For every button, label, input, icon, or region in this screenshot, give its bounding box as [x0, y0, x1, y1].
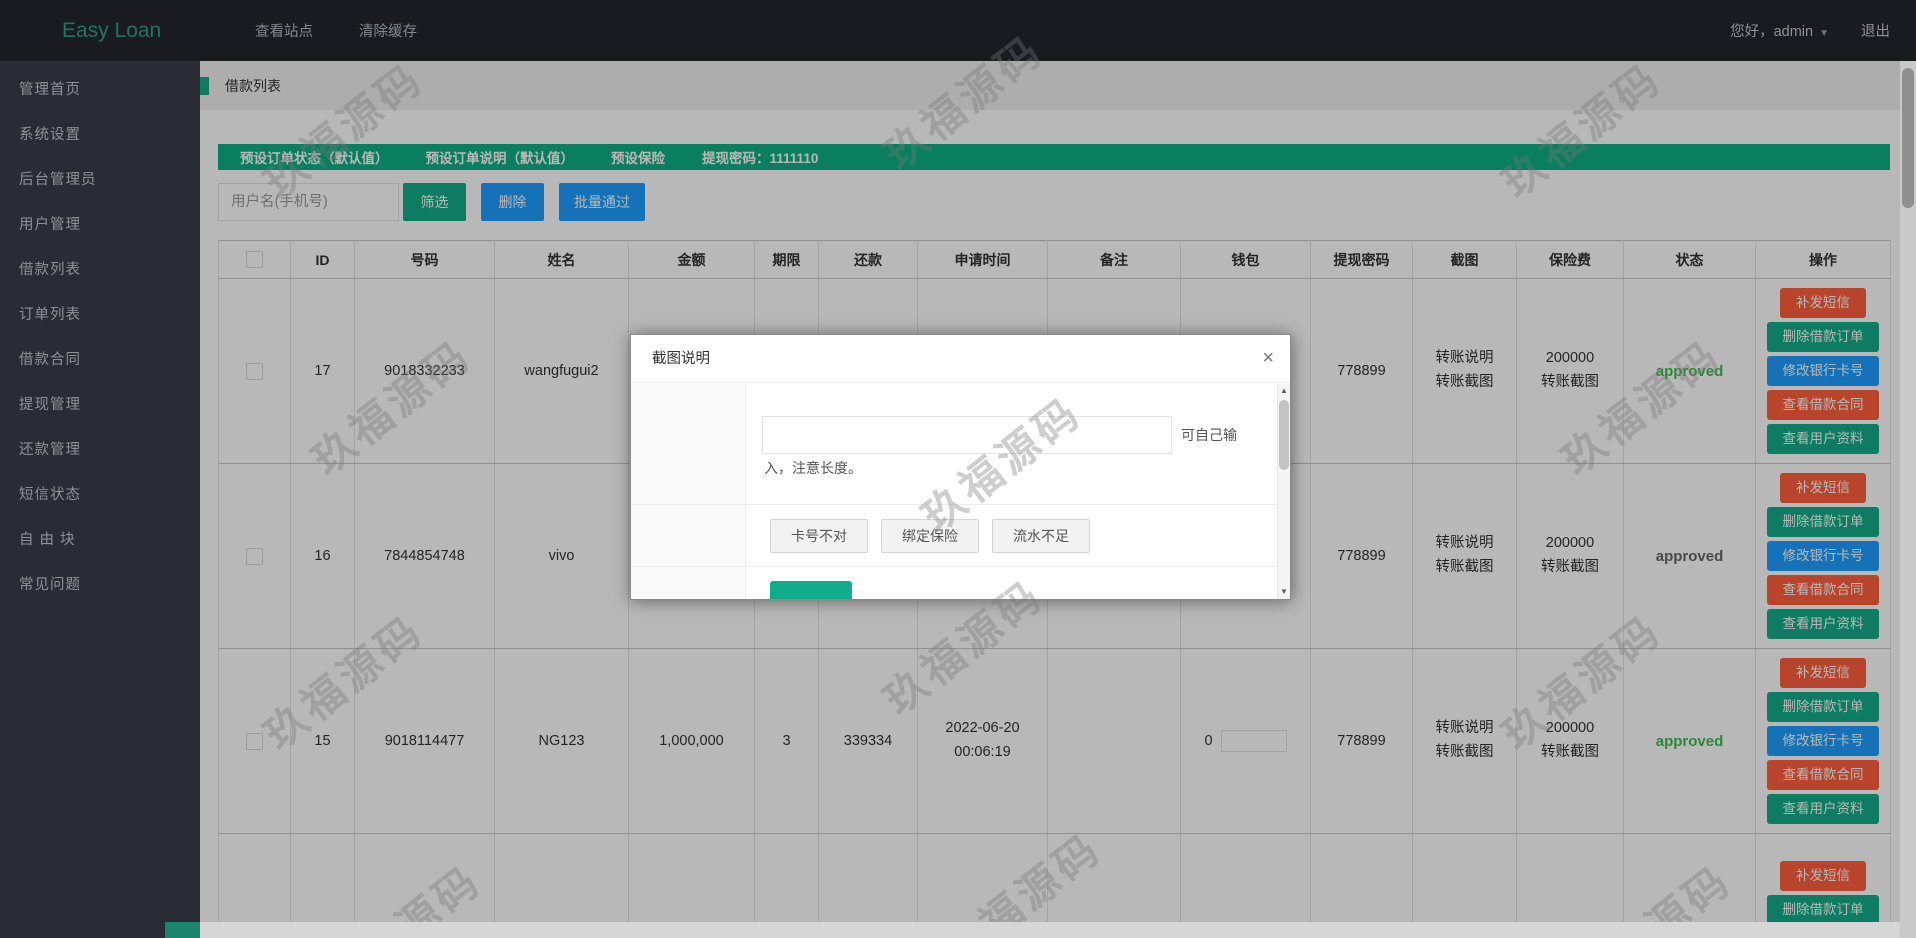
modal-scrollbar-thumb[interactable] — [1279, 400, 1289, 470]
scrollbar-corner — [1900, 922, 1916, 938]
close-icon[interactable]: × — [1262, 335, 1274, 383]
horizontal-scrollbar[interactable] — [200, 922, 1900, 938]
input-hint-text-wrapped: 入，注意长度。 — [764, 458, 862, 478]
insufficient-flow-button[interactable]: 流水不足 — [992, 519, 1090, 553]
modal-title: 截图说明 — [631, 335, 1290, 383]
vertical-scrollbar[interactable] — [1900, 61, 1916, 922]
modal-preset-buttons: 卡号不对绑定保险流水不足 — [770, 519, 1090, 553]
scroll-down-icon[interactable]: ▼ — [1278, 585, 1290, 599]
modal-body: 可自己输 入，注意长度。 卡号不对绑定保险流水不足 ▲ ▼ — [631, 384, 1290, 599]
input-hint-text: 可自己输 — [1181, 416, 1237, 454]
modal-row-divider-2 — [631, 566, 1277, 567]
scroll-up-icon[interactable]: ▲ — [1278, 384, 1290, 398]
modal-submit-button-partial[interactable] — [770, 581, 852, 600]
modal-scrollbar[interactable]: ▲ ▼ — [1277, 384, 1290, 599]
note-input[interactable] — [762, 416, 1172, 454]
bind-insurance-button[interactable]: 绑定保险 — [881, 519, 979, 553]
modal-row-divider — [631, 504, 1277, 505]
vertical-scrollbar-thumb[interactable] — [1902, 68, 1914, 208]
app-root: Easy Loan 查看站点清除缓存 您好，admin▼ 退出 管理首页系统设置… — [0, 0, 1916, 938]
screenshot-note-modal: 截图说明 × 可自己输 入，注意长度。 卡号不对绑定保险流水不足 ▲ ▼ — [630, 334, 1291, 600]
card-number-wrong-button[interactable]: 卡号不对 — [770, 519, 868, 553]
